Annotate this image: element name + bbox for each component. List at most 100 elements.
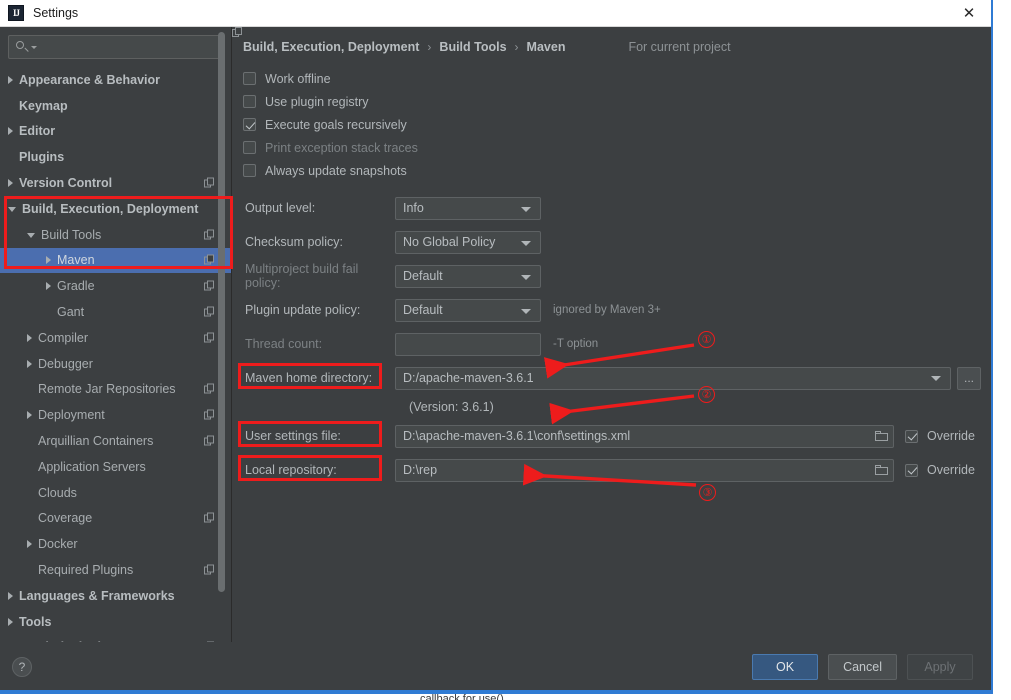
breadcrumb: Build, Execution, Deployment › Build Too… bbox=[232, 27, 991, 54]
output-level-select[interactable]: Info bbox=[395, 196, 541, 220]
user-settings-file-label: User settings file: bbox=[245, 429, 341, 443]
scope-note: For current project bbox=[232, 27, 731, 54]
checkbox-always-update-snapshots[interactable] bbox=[243, 164, 256, 177]
sidebar-item-build-execution-deployment[interactable]: Build, Execution, Deployment bbox=[0, 196, 231, 222]
sidebar-item-label: Arquillian Containers bbox=[38, 434, 154, 449]
plugin-update-policy-select[interactable]: Default bbox=[395, 298, 541, 322]
local-repository-override-checkbox[interactable] bbox=[905, 463, 918, 477]
form-row-maven-home: Maven home directory: D:/apache-maven-3.… bbox=[243, 361, 991, 395]
sidebar-item-required-plugins[interactable]: Required Plugins bbox=[0, 557, 231, 583]
project-scope-icon bbox=[204, 409, 215, 421]
sidebar-item-remote-jar-repositories[interactable]: Remote Jar Repositories bbox=[0, 377, 231, 403]
settings-tree[interactable]: Appearance & Behavior Keymap Editor Plugins… bbox=[0, 65, 231, 642]
sidebar-item-keymap[interactable]: Keymap bbox=[0, 93, 231, 119]
checkbox-label: Work offline bbox=[265, 71, 331, 86]
user-settings-override[interactable]: Override bbox=[905, 429, 991, 443]
sidebar-item-gradle[interactable]: Gradle bbox=[0, 273, 231, 299]
folder-icon[interactable] bbox=[875, 430, 889, 442]
form-row-output-level: Output level: Info bbox=[243, 191, 991, 225]
checksum-policy-value: No Global Policy bbox=[403, 235, 496, 249]
close-icon[interactable]: ✕ bbox=[947, 0, 991, 26]
search-icon bbox=[15, 40, 29, 54]
sidebar-item-docker[interactable]: Docker bbox=[0, 531, 231, 557]
breadcrumb-part-2[interactable]: Build Tools bbox=[439, 40, 506, 54]
sidebar-item-debugger[interactable]: Debugger bbox=[0, 351, 231, 377]
sidebar-item-label: Keymap bbox=[19, 98, 68, 113]
sidebar-item-languages-frameworks[interactable]: Languages & Frameworks bbox=[0, 583, 231, 609]
sidebar-item-label: Application Servers bbox=[38, 459, 146, 474]
sidebar-item-build-tools[interactable]: Build Tools bbox=[0, 222, 231, 248]
multiproject-fail-policy-value: Default bbox=[403, 269, 443, 283]
chevron-right-icon[interactable] bbox=[27, 359, 32, 368]
checkbox-execute-goals-recursively[interactable] bbox=[243, 118, 256, 131]
local-repository-override[interactable]: Override bbox=[905, 463, 991, 477]
maven-version-note: (Version: 3.6.1) bbox=[409, 400, 494, 414]
thread-count-input[interactable] bbox=[395, 332, 541, 356]
chevron-right-icon[interactable] bbox=[8, 127, 13, 136]
checkbox-row-always-update-snapshots[interactable]: Always update snapshots bbox=[243, 159, 991, 182]
chevron-down-icon[interactable] bbox=[27, 233, 35, 239]
sidebar-item-application-servers[interactable]: Application Servers bbox=[0, 454, 231, 480]
sidebar-item-compiler[interactable]: Compiler bbox=[0, 325, 231, 351]
plugin-update-policy-hint: ignored by Maven 3+ bbox=[553, 304, 661, 316]
sidebar-item-version-control[interactable]: Version Control bbox=[0, 170, 231, 196]
chevron-right-icon[interactable] bbox=[27, 333, 32, 342]
sidebar-item-plugins[interactable]: Plugins bbox=[0, 144, 231, 170]
title-bar: IJ Settings ✕ bbox=[0, 0, 991, 27]
dialog-body: Appearance & Behavior Keymap Editor Plugins… bbox=[0, 27, 991, 642]
checkbox-work-offline[interactable] bbox=[243, 72, 256, 85]
sidebar-item-clouds[interactable]: Clouds bbox=[0, 480, 231, 506]
help-button[interactable]: ? bbox=[12, 656, 32, 677]
sidebar-item-label: Plugins bbox=[19, 150, 65, 165]
maven-home-input[interactable]: D:/apache-maven-3.6.1 bbox=[395, 366, 951, 390]
search-box[interactable] bbox=[8, 35, 223, 59]
checkbox-use-plugin-registry[interactable] bbox=[243, 95, 256, 108]
chevron-right-icon[interactable] bbox=[46, 256, 51, 265]
window-title: Settings bbox=[33, 6, 79, 20]
user-settings-file-input[interactable]: D:\apache-maven-3.6.1\conf\settings.xml bbox=[395, 424, 894, 448]
sidebar-item-tools[interactable]: Tools bbox=[0, 609, 231, 635]
checkbox-row-execute-goals-recursively[interactable]: Execute goals recursively bbox=[243, 113, 991, 136]
sidebar-scrollbar-thumb[interactable] bbox=[218, 32, 225, 592]
sidebar-item-deployment[interactable]: Deployment bbox=[0, 402, 231, 428]
search-input[interactable] bbox=[37, 39, 216, 55]
chevron-down-icon[interactable] bbox=[931, 375, 941, 381]
sidebar-item-label: Build, Execution, Deployment bbox=[22, 201, 199, 216]
chevron-right-icon[interactable] bbox=[8, 591, 13, 600]
sidebar-item-label: Editor bbox=[19, 124, 56, 139]
chevron-down-icon bbox=[521, 240, 531, 246]
breadcrumb-part-3[interactable]: Maven bbox=[527, 40, 566, 54]
sidebar-item-arquillian-containers[interactable]: Arquillian Containers bbox=[0, 428, 231, 454]
cancel-button[interactable]: Cancel bbox=[828, 653, 897, 680]
user-settings-override-checkbox[interactable] bbox=[905, 429, 918, 443]
chevron-down-icon[interactable] bbox=[8, 207, 16, 213]
checkbox-row-work-offline[interactable]: Work offline bbox=[243, 67, 991, 90]
sidebar-item-maven[interactable]: Maven bbox=[0, 247, 231, 274]
sidebar-item-label: Docker bbox=[38, 537, 78, 552]
maven-home-browse-button[interactable]: ... bbox=[957, 366, 981, 390]
multiproject-fail-policy-select[interactable]: Default bbox=[395, 264, 541, 288]
sidebar-scrollbar[interactable] bbox=[218, 27, 225, 642]
chevron-right-icon[interactable] bbox=[46, 282, 51, 291]
sidebar-item-gant[interactable]: Gant bbox=[0, 299, 231, 325]
chevron-right-icon[interactable] bbox=[8, 617, 13, 626]
local-repository-input[interactable]: D:\rep bbox=[395, 458, 894, 482]
chevron-right-icon[interactable] bbox=[8, 179, 13, 188]
chevron-right-icon[interactable] bbox=[27, 540, 32, 549]
breadcrumb-part-1[interactable]: Build, Execution, Deployment bbox=[243, 40, 419, 54]
checksum-policy-select[interactable]: No Global Policy bbox=[395, 230, 541, 254]
chevron-right-icon[interactable] bbox=[27, 411, 32, 420]
local-repository-label: Local repository: bbox=[245, 463, 337, 477]
sidebar-item-label: Languages & Frameworks bbox=[19, 588, 175, 603]
sidebar-item-coverage[interactable]: Coverage bbox=[0, 506, 231, 532]
chevron-right-icon[interactable] bbox=[8, 75, 13, 84]
folder-icon[interactable] bbox=[875, 464, 889, 476]
ok-button[interactable]: OK bbox=[752, 653, 819, 680]
checkbox-row-use-plugin-registry[interactable]: Use plugin registry bbox=[243, 90, 991, 113]
checkbox-row-print-exception-stack-traces: Print exception stack traces bbox=[243, 136, 991, 159]
sidebar-item-appearance-behavior[interactable]: Appearance & Behavior bbox=[0, 67, 231, 93]
sidebar-item-lombok-plugin[interactable]: Lombok plugin bbox=[0, 635, 231, 642]
sidebar-item-editor[interactable]: Editor bbox=[0, 119, 231, 145]
